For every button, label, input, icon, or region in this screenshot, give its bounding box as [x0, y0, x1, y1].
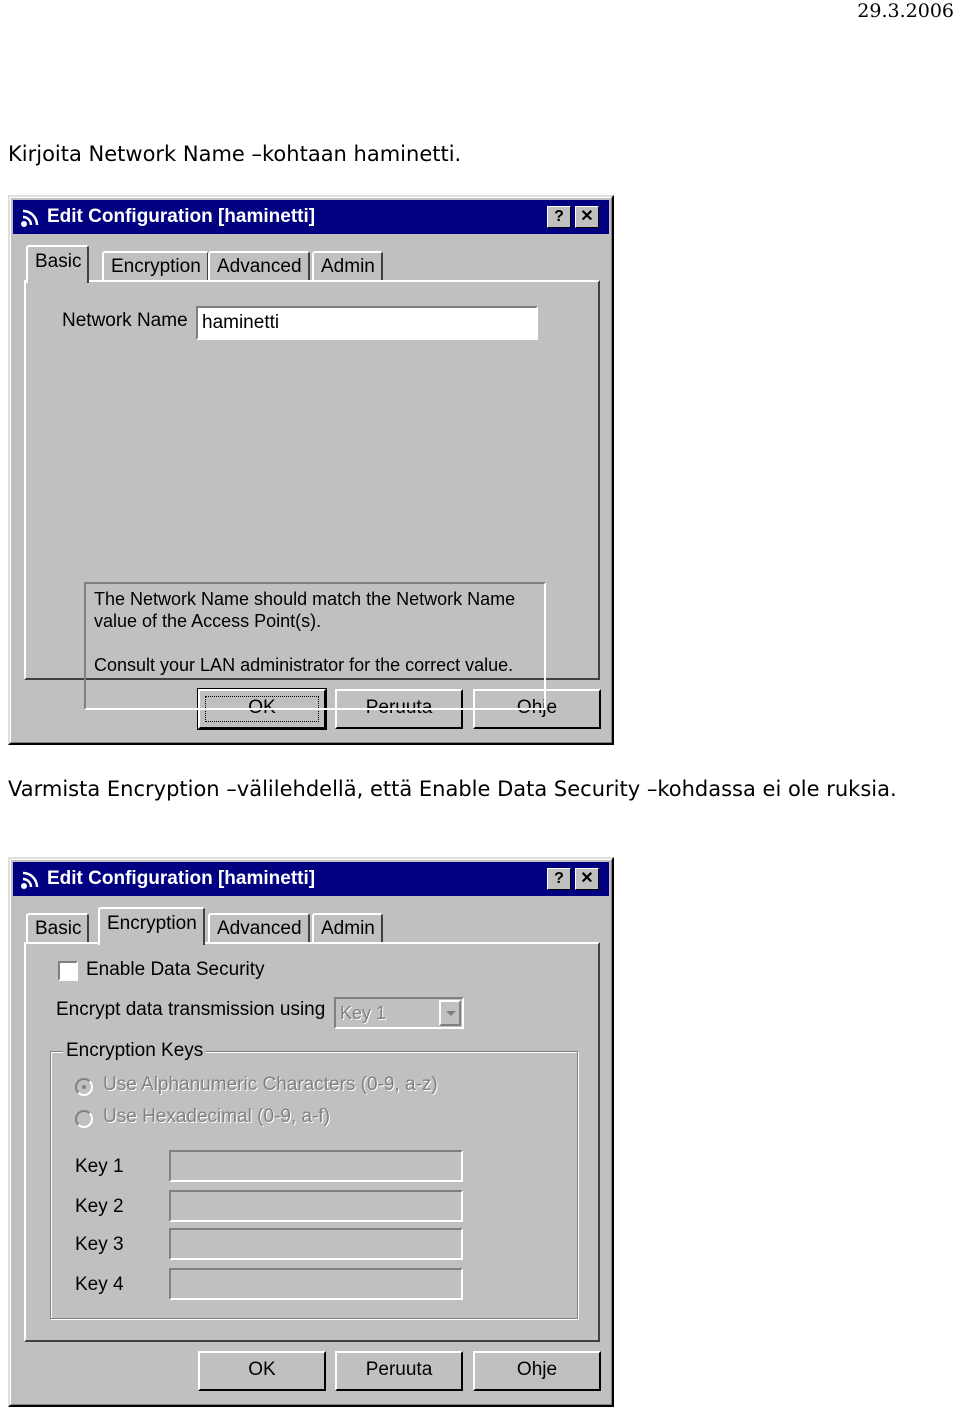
close-button[interactable]: ✕	[575, 868, 599, 890]
hexadecimal-radio[interactable]	[75, 1110, 93, 1128]
tab-encryption[interactable]: Encryption	[98, 907, 205, 945]
key-2-label: Key 2	[75, 1196, 124, 1217]
help-button[interactable]: ?	[547, 868, 571, 890]
tab-admin[interactable]: Admin	[312, 251, 383, 281]
info-text-match: The Network Name should match the Networ…	[94, 589, 516, 631]
encrypt-transmission-label: Encrypt data transmission using	[56, 999, 326, 1020]
wireless-signal-icon	[21, 871, 39, 889]
instruction-network-name: Kirjoita Network Name –kohtaan haminetti…	[8, 142, 462, 166]
key-3-input[interactable]	[169, 1228, 463, 1260]
title-bar[interactable]: Edit Configuration [haminetti] ? ✕	[13, 862, 609, 896]
dialog-title: Edit Configuration [haminetti]	[47, 868, 316, 889]
tab-advanced[interactable]: Advanced	[208, 913, 310, 943]
encrypt-key-select[interactable]: Key 1	[334, 997, 464, 1029]
chevron-down-icon[interactable]	[439, 1000, 461, 1026]
encryption-keys-group: Encryption Keys Use Alphanumeric Charact…	[50, 1040, 578, 1319]
instruction-encryption: Varmista Encryption –välilehdellä, että …	[8, 777, 897, 801]
cancel-button[interactable]: Peruuta	[335, 1351, 463, 1391]
key-3-label: Key 3	[75, 1234, 124, 1255]
tab-basic[interactable]: Basic	[26, 245, 90, 283]
edit-configuration-dialog-encryption: Edit Configuration [haminetti] ? ✕ Basic…	[8, 857, 614, 1407]
key-4-label: Key 4	[75, 1274, 124, 1295]
enable-data-security-checkbox[interactable]	[58, 961, 78, 981]
key-1-label: Key 1	[75, 1156, 124, 1177]
encrypt-key-select-value: Key 1	[340, 1003, 387, 1023]
hexadecimal-radio-label[interactable]: Use Hexadecimal (0-9, a-f)	[103, 1106, 330, 1128]
key-1-input[interactable]	[169, 1150, 463, 1182]
dialog-title: Edit Configuration [haminetti]	[47, 206, 316, 227]
enable-data-security-label[interactable]: Enable Data Security	[86, 959, 265, 981]
page-date: 29.3.2006	[857, 0, 954, 22]
key-4-input[interactable]	[169, 1268, 463, 1300]
tab-basic[interactable]: Basic	[26, 913, 90, 943]
tab-advanced[interactable]: Advanced	[208, 251, 310, 281]
network-name-info-box: The Network Name should match the Networ…	[84, 582, 546, 710]
alphanumeric-radio[interactable]	[75, 1078, 93, 1096]
alphanumeric-radio-label[interactable]: Use Alphanumeric Characters (0-9, a-z)	[103, 1074, 438, 1096]
info-text-consult: Consult your LAN administrator for the c…	[94, 655, 514, 675]
network-name-input[interactable]: haminetti	[196, 306, 538, 340]
network-name-label: Network Name	[62, 310, 188, 331]
basic-tab-panel: Network Name haminetti The Network Name …	[24, 280, 600, 710]
key-2-input[interactable]	[169, 1190, 463, 1222]
help-button[interactable]: ?	[547, 206, 571, 228]
encryption-keys-legend: Encryption Keys	[63, 1040, 207, 1062]
close-button[interactable]: ✕	[575, 206, 599, 228]
tab-admin[interactable]: Admin	[312, 913, 383, 943]
edit-configuration-dialog-basic: Edit Configuration [haminetti] ? ✕ Basic…	[8, 195, 614, 745]
tab-encryption[interactable]: Encryption	[102, 251, 209, 281]
title-bar[interactable]: Edit Configuration [haminetti] ? ✕	[13, 200, 609, 234]
wireless-signal-icon	[21, 209, 39, 227]
ok-button[interactable]: OK	[198, 1351, 326, 1391]
help-dialog-button[interactable]: Ohje	[473, 1351, 601, 1391]
